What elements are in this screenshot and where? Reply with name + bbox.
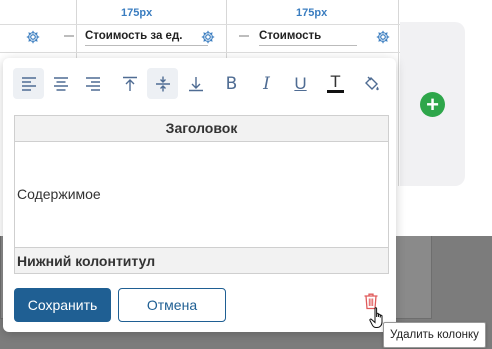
save-button[interactable]: Сохранить xyxy=(14,288,111,322)
cell-preview: Заголовок Содержимое Нижний колонтитул xyxy=(14,115,389,274)
valign-top-button[interactable] xyxy=(114,68,145,99)
column-width-label: 175px xyxy=(296,7,328,19)
align-center-icon xyxy=(53,76,68,91)
underline-icon: U xyxy=(294,73,307,93)
plus-icon[interactable]: + xyxy=(420,92,445,117)
valign-bottom-icon xyxy=(188,76,203,91)
preview-content: Содержимое xyxy=(17,186,101,202)
drag-handle-icon[interactable] xyxy=(64,35,74,37)
column-title[interactable]: Стоимость xyxy=(259,30,357,46)
delete-column-tooltip: Удалить колонку xyxy=(383,322,486,348)
text-color-button[interactable]: T xyxy=(320,68,351,99)
align-left-button[interactable] xyxy=(13,68,44,99)
text-color-icon: T xyxy=(327,73,344,93)
column-settings-popover: B I U T Заголовок Содержимое Нижний коло… xyxy=(3,58,396,332)
paint-bucket-icon xyxy=(364,76,379,90)
gear-icon[interactable] xyxy=(201,30,215,44)
bold-button[interactable]: B xyxy=(216,68,247,99)
underline-button[interactable]: U xyxy=(285,68,316,99)
cancel-button[interactable]: Отмена xyxy=(118,288,226,322)
preview-footer: Нижний колонтитул xyxy=(15,247,388,273)
valign-top-icon xyxy=(122,76,137,91)
column-width-label: 175px xyxy=(121,7,153,19)
gear-icon[interactable] xyxy=(376,30,390,44)
preview-header: Заголовок xyxy=(15,116,388,142)
drag-handle-icon[interactable] xyxy=(239,35,249,37)
align-right-button[interactable] xyxy=(77,68,108,99)
align-center-button[interactable] xyxy=(45,68,76,99)
fill-color-button[interactable] xyxy=(355,68,386,99)
italic-button[interactable]: I xyxy=(251,68,282,99)
bold-icon: B xyxy=(225,73,238,94)
valign-middle-button[interactable] xyxy=(147,68,178,99)
italic-icon: I xyxy=(263,73,270,94)
column-divider xyxy=(398,0,399,186)
column-title[interactable]: Стоимость за ед. xyxy=(85,30,208,46)
row-divider xyxy=(0,24,400,25)
gear-icon[interactable] xyxy=(26,30,40,44)
align-right-icon xyxy=(85,76,100,91)
align-left-icon xyxy=(21,76,36,91)
row-divider xyxy=(0,52,400,53)
valign-middle-icon xyxy=(155,76,170,91)
valign-bottom-button[interactable] xyxy=(180,68,211,99)
